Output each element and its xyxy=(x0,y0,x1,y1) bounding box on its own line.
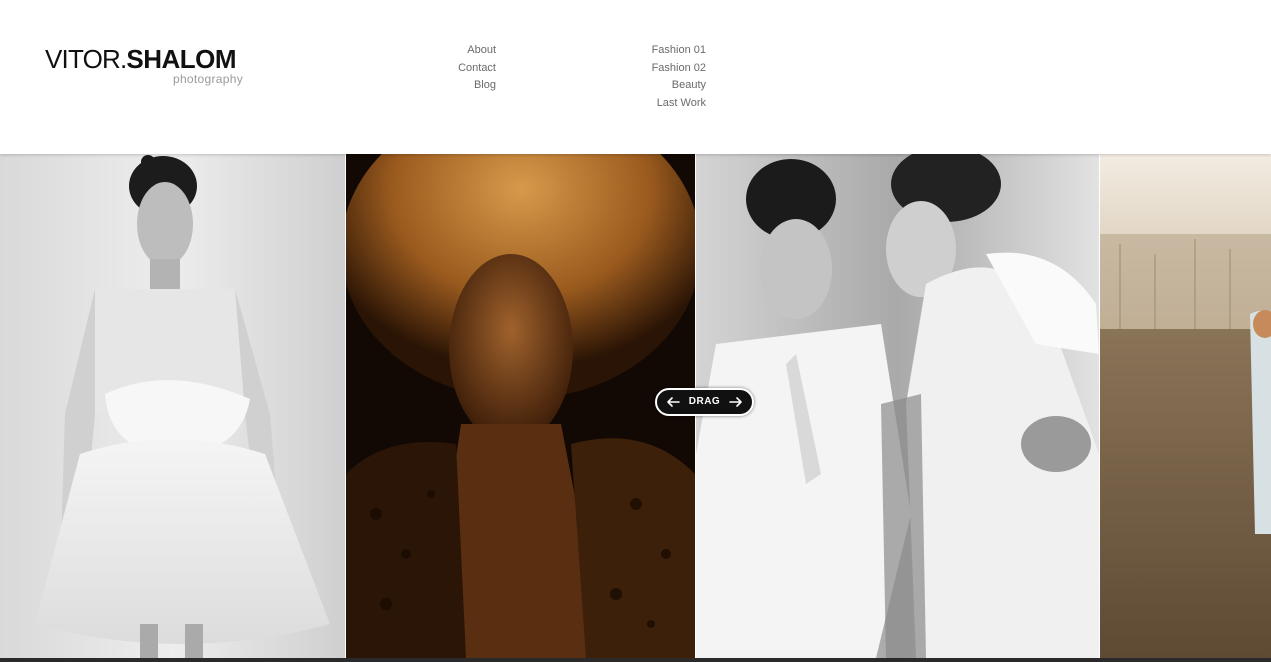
arrow-right-icon[interactable] xyxy=(728,396,744,408)
logo-first-name: VITOR. xyxy=(45,44,127,74)
nav-item-about[interactable]: About xyxy=(400,42,496,60)
site-logo[interactable]: VITOR.SHALOM photography xyxy=(45,44,245,90)
nav-item-beauty[interactable]: Beauty xyxy=(600,77,706,95)
photo-two-models-white[interactable] xyxy=(696,154,1099,658)
drag-control[interactable]: DRAG xyxy=(655,388,754,416)
nav-item-contact[interactable]: Contact xyxy=(400,60,496,78)
logo-subtitle: photography xyxy=(172,72,243,86)
nav-item-fashion-01[interactable]: Fashion 01 xyxy=(600,42,706,60)
photo-outdoor-field[interactable] xyxy=(1100,154,1271,658)
main-nav: About Contact Blog xyxy=(400,42,496,95)
nav-item-blog[interactable]: Blog xyxy=(400,77,496,95)
photo-bw-white-dress[interactable] xyxy=(0,154,345,658)
photo-outdoor-field-image xyxy=(1100,154,1271,658)
nav-item-last-work[interactable]: Last Work xyxy=(600,95,706,113)
site-header: VITOR.SHALOM photography About Contact B… xyxy=(0,0,1271,154)
photo-warm-portrait-image xyxy=(346,154,695,658)
logo-last-name: SHALOM xyxy=(126,44,237,74)
gallery-nav: Fashion 01 Fashion 02 Beauty Last Work xyxy=(600,42,706,113)
bottom-bar xyxy=(0,658,1271,662)
photo-warm-portrait[interactable] xyxy=(346,154,695,658)
photo-strip[interactable] xyxy=(0,154,1271,658)
logo-wordmark: VITOR.SHALOM xyxy=(45,44,245,74)
photo-two-models-white-image xyxy=(696,154,1099,658)
nav-item-fashion-02[interactable]: Fashion 02 xyxy=(600,60,706,78)
photo-bw-white-dress-image xyxy=(0,154,345,658)
